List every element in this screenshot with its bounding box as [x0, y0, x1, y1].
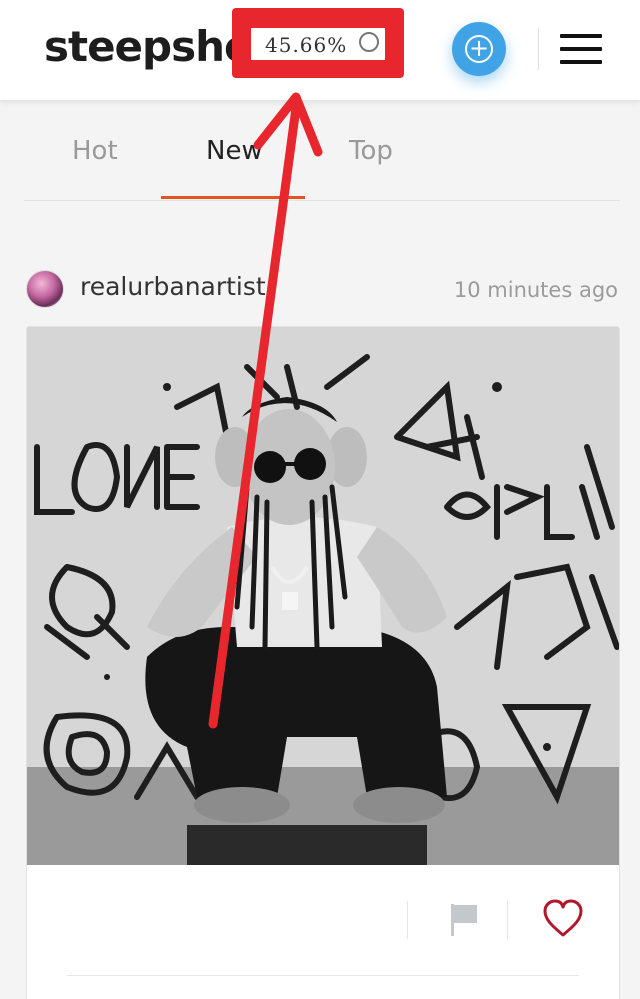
- add-post-button[interactable]: +: [452, 22, 506, 76]
- tab-top[interactable]: Top: [349, 136, 393, 166]
- post-image[interactable]: [27, 327, 619, 865]
- post-timestamp: 10 minutes ago: [453, 278, 618, 302]
- progress-annotation-box: 45.66%: [232, 8, 404, 78]
- flag-button[interactable]: [447, 901, 481, 939]
- card-footer-divider: [67, 975, 579, 976]
- flag-icon: [451, 904, 477, 936]
- menu-bar-icon: [560, 60, 602, 64]
- app-page: steepsho 45.66% + Hot New Top realurbana…: [0, 0, 640, 999]
- actions-divider: [407, 901, 408, 939]
- post-photo-illustration: [27, 327, 619, 865]
- like-button[interactable]: [541, 897, 585, 941]
- actions-divider: [507, 901, 508, 939]
- menu-bar-icon: [560, 34, 602, 38]
- upload-progress: 45.66%: [251, 28, 385, 60]
- loading-spinner-icon: [359, 32, 379, 52]
- post-actions: [27, 865, 619, 976]
- app-logo[interactable]: steepsho: [44, 22, 253, 71]
- upload-progress-text: 45.66%: [265, 33, 348, 57]
- heart-icon: [543, 899, 583, 937]
- feed-tabs: Hot New Top: [0, 100, 640, 205]
- hamburger-menu-button[interactable]: [560, 34, 602, 64]
- plus-icon: +: [468, 34, 490, 62]
- post-author[interactable]: realurbanartist: [80, 272, 266, 301]
- avatar[interactable]: [26, 270, 64, 308]
- active-tab-indicator: [161, 196, 305, 199]
- post-header: realurbanartist 10 minutes ago: [0, 262, 640, 318]
- tab-hot[interactable]: Hot: [72, 136, 118, 166]
- menu-bar-icon: [560, 47, 602, 51]
- post-card: [26, 326, 620, 999]
- tab-new[interactable]: New: [206, 136, 263, 166]
- top-header: steepsho 45.66% +: [0, 0, 640, 101]
- header-divider: [538, 28, 539, 70]
- tabs-divider: [24, 200, 620, 201]
